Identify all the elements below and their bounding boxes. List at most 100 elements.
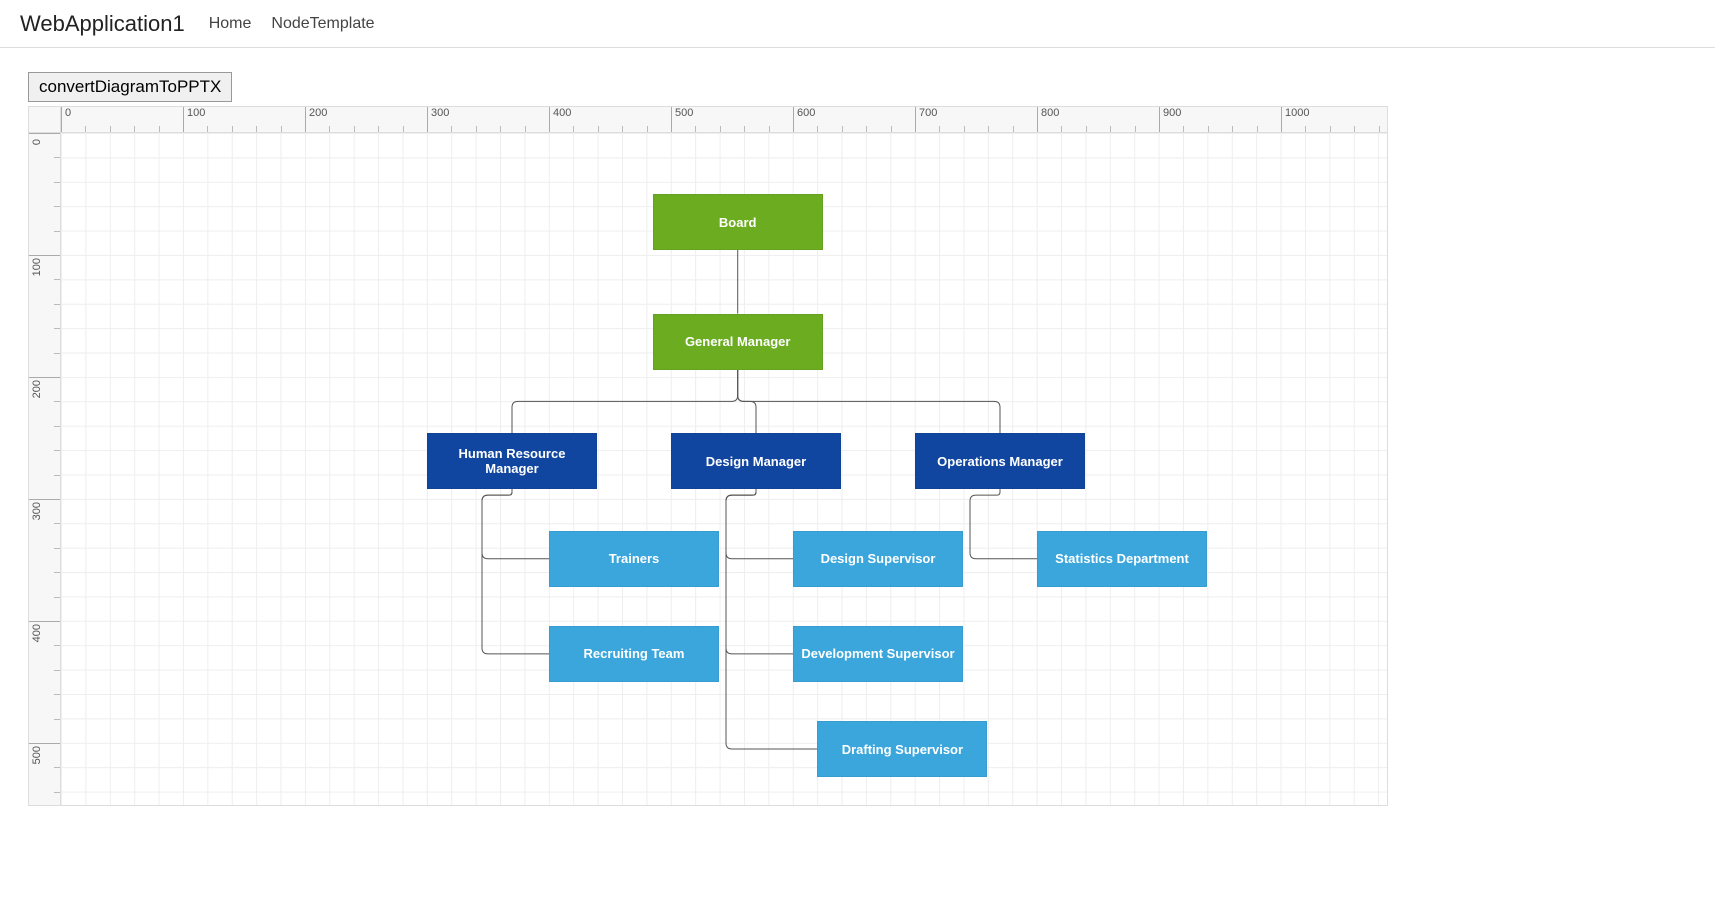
- hruler-major-tick: 200: [305, 107, 327, 132]
- hruler-minor-tick: [720, 126, 721, 132]
- org-node-label: General Manager: [685, 334, 791, 349]
- hruler-major-tick: 300: [427, 107, 449, 132]
- org-node-label: Drafting Supervisor: [842, 742, 963, 757]
- org-node[interactable]: General Manager: [653, 314, 823, 370]
- org-node[interactable]: Design Manager: [671, 433, 841, 489]
- hruler-minor-tick: [817, 126, 818, 132]
- vruler-minor-tick: [54, 304, 60, 305]
- vruler-minor-tick: [54, 206, 60, 207]
- diagram-canvas[interactable]: Board General Manager Human Resource Manag…: [61, 133, 1387, 805]
- navbar: WebApplication1 Home NodeTemplate: [0, 0, 1715, 48]
- nav-link-home[interactable]: Home: [209, 15, 252, 33]
- org-node[interactable]: Design Supervisor: [793, 531, 963, 587]
- vruler-minor-tick: [54, 645, 60, 646]
- hruler-minor-tick: [1110, 126, 1111, 132]
- hruler-minor-tick: [891, 126, 892, 132]
- hruler-major-tick: 100: [183, 107, 205, 132]
- hruler-major-tick: 900: [1159, 107, 1181, 132]
- vruler-major-tick: 300: [29, 499, 60, 523]
- hruler-minor-tick: [159, 126, 160, 132]
- org-node[interactable]: Board: [653, 194, 823, 250]
- connector: [726, 489, 817, 749]
- hruler-minor-tick: [232, 126, 233, 132]
- connector: [738, 370, 1000, 434]
- hruler-minor-tick: [1086, 126, 1087, 132]
- hruler-minor-tick: [207, 126, 208, 132]
- vruler-minor-tick: [54, 572, 60, 573]
- hruler-major-tick: 800: [1037, 107, 1059, 132]
- hruler-minor-tick: [403, 126, 404, 132]
- hruler-major-tick: 600: [793, 107, 815, 132]
- vruler-minor-tick: [54, 182, 60, 183]
- org-node[interactable]: Human Resource Manager: [427, 433, 597, 489]
- hruler-minor-tick: [1354, 126, 1355, 132]
- vruler-minor-tick: [54, 353, 60, 354]
- vruler-minor-tick: [54, 694, 60, 695]
- nav-link-nodetemplate[interactable]: NodeTemplate: [271, 15, 374, 33]
- hruler-minor-tick: [647, 126, 648, 132]
- vruler-minor-tick: [54, 157, 60, 158]
- vruler-minor-tick: [54, 523, 60, 524]
- hruler-minor-tick: [451, 126, 452, 132]
- brand-title[interactable]: WebApplication1: [20, 11, 185, 37]
- vruler-minor-tick: [54, 719, 60, 720]
- hruler-minor-tick: [988, 126, 989, 132]
- hruler-minor-tick: [1330, 126, 1331, 132]
- hruler-minor-tick: [964, 126, 965, 132]
- hruler-minor-tick: [939, 126, 940, 132]
- org-node-label: Statistics Department: [1055, 551, 1189, 566]
- vertical-ruler: 0100200300400500: [29, 133, 61, 805]
- hruler-minor-tick: [256, 126, 257, 132]
- vruler-major-tick: 200: [29, 377, 60, 401]
- connector: [970, 489, 1037, 559]
- org-node[interactable]: Statistics Department: [1037, 531, 1207, 587]
- org-node-label: Human Resource Manager: [435, 446, 589, 476]
- vruler-minor-tick: [54, 401, 60, 402]
- vruler-minor-tick: [54, 767, 60, 768]
- hruler-minor-tick: [866, 126, 867, 132]
- hruler-minor-tick: [378, 126, 379, 132]
- ruler-corner: [29, 107, 61, 133]
- org-node[interactable]: Trainers: [549, 531, 719, 587]
- hruler-minor-tick: [1183, 126, 1184, 132]
- org-node-label: Design Manager: [706, 454, 806, 469]
- hruler-minor-tick: [622, 126, 623, 132]
- hruler-major-tick: 0: [61, 107, 71, 132]
- hruler-minor-tick: [573, 126, 574, 132]
- org-node-label: Trainers: [609, 551, 660, 566]
- connector: [482, 489, 549, 654]
- hruler-minor-tick: [1013, 126, 1014, 132]
- hruler-minor-tick: [842, 126, 843, 132]
- org-node-label: Board: [719, 215, 757, 230]
- vruler-minor-tick: [54, 328, 60, 329]
- horizontal-ruler: 01002003004005006007008009001000: [61, 107, 1387, 133]
- vruler-minor-tick: [54, 426, 60, 427]
- hruler-minor-tick: [354, 126, 355, 132]
- hruler-minor-tick: [1232, 126, 1233, 132]
- hruler-minor-tick: [1257, 126, 1258, 132]
- vruler-minor-tick: [54, 475, 60, 476]
- org-node[interactable]: Development Supervisor: [793, 626, 963, 682]
- hruler-minor-tick: [110, 126, 111, 132]
- hruler-minor-tick: [1061, 126, 1062, 132]
- vruler-major-tick: 500: [29, 743, 60, 767]
- hruler-minor-tick: [85, 126, 86, 132]
- org-node[interactable]: Operations Manager: [915, 433, 1085, 489]
- vruler-major-tick: 0: [29, 133, 60, 148]
- hruler-minor-tick: [134, 126, 135, 132]
- hruler-minor-tick: [744, 126, 745, 132]
- hruler-major-tick: 700: [915, 107, 937, 132]
- hruler-minor-tick: [598, 126, 599, 132]
- org-node[interactable]: Recruiting Team: [549, 626, 719, 682]
- connector: [726, 489, 793, 559]
- org-node[interactable]: Drafting Supervisor: [817, 721, 987, 777]
- hruler-minor-tick: [769, 126, 770, 132]
- hruler-minor-tick: [1379, 126, 1380, 132]
- convert-diagram-button[interactable]: convertDiagramToPPTX: [28, 72, 232, 102]
- hruler-minor-tick: [695, 126, 696, 132]
- hruler-minor-tick: [500, 126, 501, 132]
- hruler-major-tick: 500: [671, 107, 693, 132]
- hruler-minor-tick: [1135, 126, 1136, 132]
- vruler-minor-tick: [54, 450, 60, 451]
- hruler-minor-tick: [281, 126, 282, 132]
